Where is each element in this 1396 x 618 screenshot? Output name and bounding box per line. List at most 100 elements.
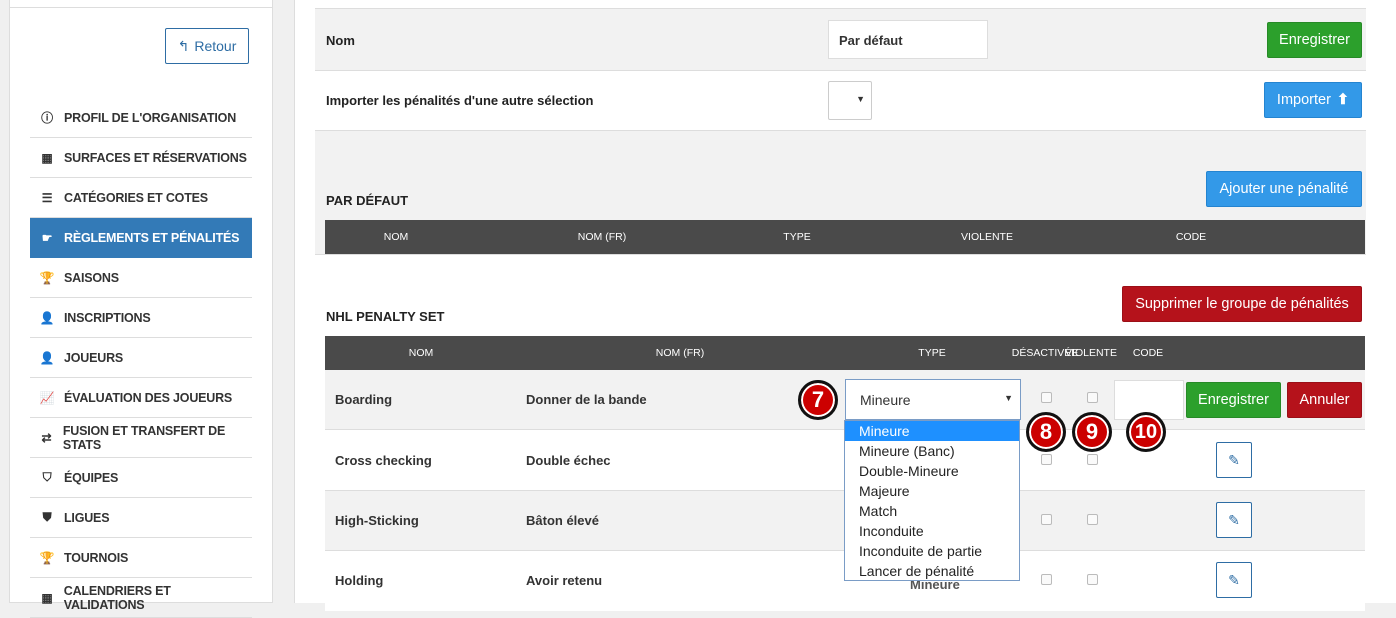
sidebar-item-9[interactable]: ⛉ ÉQUIPES: [30, 458, 252, 498]
col-nom: NOM: [383, 231, 409, 243]
save-name-button-label: Enregistrer: [1279, 32, 1350, 48]
edit-button[interactable]: ✎: [1216, 502, 1252, 538]
sidebar-item-label: SURFACES ET RÉSERVATIONS: [64, 150, 247, 165]
caret-down-icon: ▼: [1004, 393, 1013, 403]
penalty-name-fr: Double échec: [526, 453, 611, 468]
sidebar-item-10[interactable]: ⛊ LIGUES: [30, 498, 252, 538]
badge-icon: ⛊: [42, 510, 52, 524]
name-label: Nom: [326, 33, 355, 48]
violent-checkbox[interactable]: [1087, 454, 1098, 465]
penalty-name: Boarding: [335, 392, 393, 407]
col-nom-fr: NOM (FR): [655, 347, 705, 359]
sidebar-item-12[interactable]: ▦ CALENDRIERS ET VALIDATIONS: [30, 578, 252, 618]
save-name-button[interactable]: Enregistrer: [1267, 22, 1362, 58]
calendar-icon: ▦: [41, 590, 53, 605]
edit-button[interactable]: ✎: [1216, 442, 1252, 478]
reply-arrow-icon: ↰: [177, 37, 190, 54]
violent-checkbox[interactable]: [1087, 574, 1098, 585]
dropdown-option[interactable]: Lancer de pénalité: [845, 561, 1019, 581]
list-icon: ☰: [41, 190, 53, 205]
save-row-button-label: Enregistrer: [1198, 392, 1269, 408]
add-penalty-button[interactable]: Ajouter une pénalité: [1206, 171, 1362, 207]
cancel-row-button-label: Annuler: [1299, 392, 1350, 408]
type-select[interactable]: Mineure ▼: [845, 379, 1021, 420]
disabled-checkbox[interactable]: [1041, 392, 1052, 403]
upload-icon: ⬆: [1336, 92, 1350, 108]
dropdown-option[interactable]: Match: [845, 501, 1019, 521]
name-input-value: Par défaut: [839, 33, 903, 48]
default-group-title: PAR DÉFAUT: [326, 193, 409, 208]
col-type: TYPE: [918, 347, 946, 359]
sidebar-item-label: RÈGLEMENTS ET PÉNALITÉS: [64, 230, 240, 245]
pencil-icon: ✎: [1228, 511, 1240, 528]
trophy-icon: 🏆: [39, 270, 55, 285]
col-type: TYPE: [783, 231, 811, 243]
sidebar-item-7[interactable]: 📈 ÉVALUATION DES JOUEURS: [30, 378, 252, 418]
grid-icon: ▦: [41, 150, 53, 165]
import-button-label: Importer: [1276, 92, 1331, 108]
line-chart-icon: 📈: [39, 390, 55, 405]
col-violente: VIOLENTE: [961, 231, 1013, 243]
sidebar-item-4[interactable]: 🏆 SAISONS: [30, 258, 252, 298]
edit-button[interactable]: ✎: [1216, 562, 1252, 598]
dropdown-option[interactable]: Double-Mineure: [845, 461, 1019, 481]
caret-down-icon: ▼: [856, 94, 865, 104]
trophy-icon: 🏆: [39, 550, 55, 565]
col-nom: NOM: [408, 347, 434, 359]
sidebar-item-8[interactable]: ⇄ FUSION ET TRANSFERT DE STATS: [30, 418, 252, 458]
dropdown-option[interactable]: Mineure: [845, 421, 1019, 441]
cancel-row-button[interactable]: Annuler: [1287, 382, 1362, 418]
disabled-checkbox[interactable]: [1041, 574, 1052, 585]
name-input[interactable]: Par défaut: [828, 20, 988, 59]
col-code: CODE: [1175, 231, 1207, 243]
delete-group-button[interactable]: Supprimer le groupe de pénalités: [1122, 286, 1362, 322]
penalty-name-fr: Bâton élevé: [526, 513, 599, 528]
penalty-name: Holding: [335, 573, 384, 588]
col-code: CODE: [1132, 347, 1164, 359]
nhl-table-header: NOM NOM (FR) TYPE DÉSACTIVÉE VIOLENTE CO…: [325, 336, 1365, 370]
info-circle-icon: ⓘ: [41, 111, 53, 125]
sidebar-item-label: TOURNOIS: [64, 550, 129, 565]
pencil-icon: ✎: [1228, 451, 1240, 468]
hand-point-icon: ☛: [41, 230, 53, 245]
col-nom-fr: NOM (FR): [577, 231, 627, 243]
sidebar-item-5[interactable]: 👤 INSCRIPTIONS: [30, 298, 252, 338]
annotation-badge-8: 8: [1026, 412, 1066, 452]
user-icon: 👤: [39, 350, 55, 365]
sidebar-item-label: ÉQUIPES: [64, 470, 119, 485]
dropdown-option[interactable]: Inconduite: [845, 521, 1019, 541]
penalty-name-fr: Avoir retenu: [526, 573, 603, 588]
type-dropdown-list: Mineure Mineure (Banc) Double-Mineure Majeu…: [844, 420, 1020, 581]
violent-checkbox[interactable]: [1087, 392, 1098, 403]
dropdown-option[interactable]: Majeure: [845, 481, 1019, 501]
sidebar-item-label: ÉVALUATION DES JOUEURS: [64, 390, 233, 405]
dropdown-option[interactable]: Inconduite de partie: [845, 541, 1019, 561]
sidebar-item-0[interactable]: ⓘ PROFIL DE L'ORGANISATION: [30, 98, 252, 138]
sidebar-item-3[interactable]: ☛ RÈGLEMENTS ET PÉNALITÉS: [30, 218, 252, 258]
penalty-name: High-Sticking: [335, 513, 419, 528]
disabled-checkbox[interactable]: [1041, 454, 1052, 465]
sidebar-item-1[interactable]: ▦ SURFACES ET RÉSERVATIONS: [30, 138, 252, 178]
save-row-button[interactable]: Enregistrer: [1186, 382, 1281, 418]
pencil-icon: ✎: [1228, 571, 1240, 588]
sidebar-divider: [10, 7, 272, 8]
dropdown-option[interactable]: Mineure (Banc): [845, 441, 1019, 461]
import-button[interactable]: Importer ⬆: [1264, 82, 1362, 118]
disabled-checkbox[interactable]: [1041, 514, 1052, 525]
penalty-name: Cross checking: [335, 453, 432, 468]
col-violente: VIOLENTE: [1065, 347, 1117, 359]
type-select-value: Mineure: [860, 392, 911, 408]
penalty-name-fr: Donner de la bande: [526, 392, 647, 407]
violent-checkbox[interactable]: [1087, 514, 1098, 525]
import-select[interactable]: ▼: [828, 81, 872, 120]
sidebar-item-2[interactable]: ☰ CATÉGORIES ET COTES: [30, 178, 252, 218]
sidebar-item-label: LIGUES: [64, 510, 110, 525]
sidebar: ↰ Retour ⓘ PROFIL DE L'ORGANISATION ▦ SURFA…: [9, 0, 273, 618]
add-penalty-button-label: Ajouter une pénalité: [1219, 181, 1349, 197]
sidebar-item-11[interactable]: 🏆 TOURNOIS: [30, 538, 252, 578]
default-table-header: NOM NOM (FR) TYPE VIOLENTE CODE: [325, 220, 1365, 254]
import-label: Importer les pénalités d'une autre sélec…: [326, 93, 594, 108]
sidebar-item-6[interactable]: 👤 JOUEURS: [30, 338, 252, 378]
sidebar-item-label: FUSION ET TRANSFERT DE STATS: [62, 423, 226, 452]
back-button[interactable]: ↰ Retour: [165, 28, 249, 64]
